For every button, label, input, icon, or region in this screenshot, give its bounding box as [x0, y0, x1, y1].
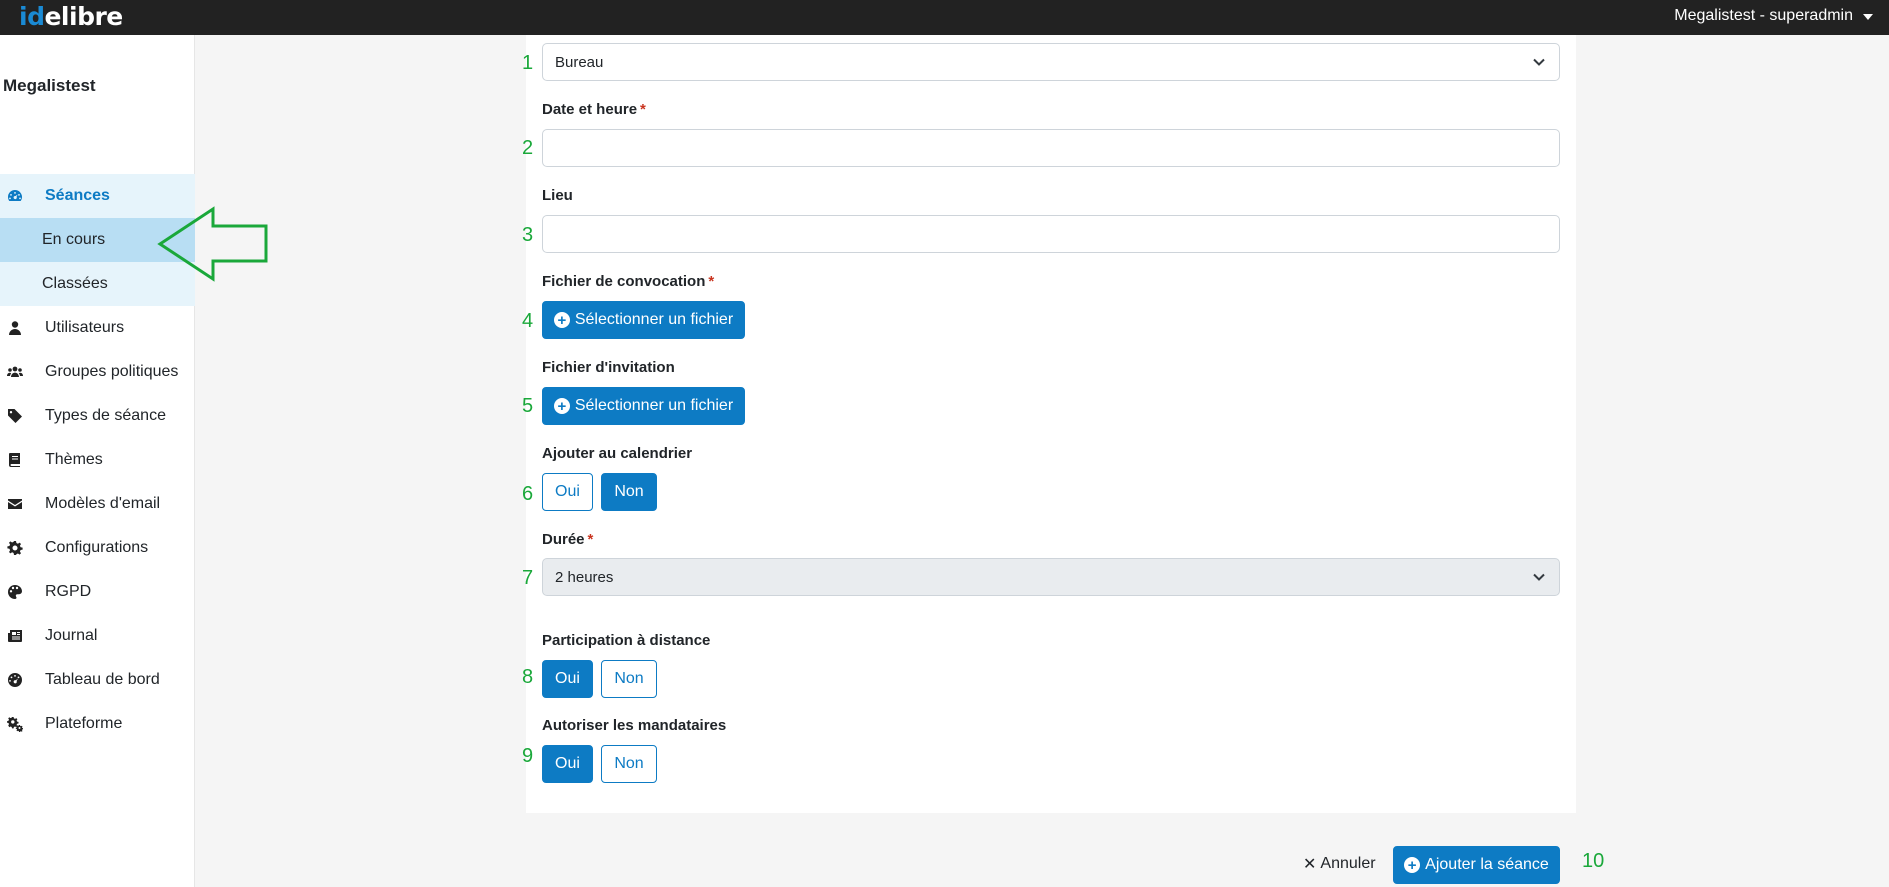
annotation-number-1: 1 — [522, 52, 534, 74]
close-icon: ✕ — [1303, 856, 1317, 873]
sidebar-item-journal[interactable]: Journal — [0, 614, 195, 658]
user-menu-dropdown[interactable]: Megalistest - superadmin — [1674, 7, 1873, 25]
palette-icon — [7, 584, 23, 600]
invitation-file-label: Fichier d'invitation — [542, 359, 675, 376]
duration-select-value: 2 heures — [555, 568, 614, 586]
proxy-yes-toggle[interactable]: Oui — [542, 745, 593, 783]
sidebar-item-label: Plateforme — [45, 715, 123, 732]
plus-circle-icon: + — [553, 398, 570, 414]
sidebar-item-types-de-seance[interactable]: Types de séance — [0, 394, 195, 438]
sidebar-item-themes[interactable]: Thèmes — [0, 438, 195, 482]
newspaper-icon — [7, 628, 23, 644]
sidebar-item-label: Utilisateurs — [45, 319, 125, 336]
annotation-number-8: 8 — [522, 666, 534, 688]
sidebar-item-label: En cours — [42, 231, 106, 248]
user-menu-label: Megalistest - superadmin — [1674, 7, 1853, 24]
user-icon — [7, 320, 23, 336]
plus-circle-icon: + — [1404, 857, 1421, 873]
annotation-number-3: 3 — [522, 224, 534, 246]
tag-icon — [7, 408, 23, 424]
top-navbar: idelibre Megalistest - superadmin — [0, 0, 1889, 35]
sidebar-item-label: Tableau de bord — [45, 671, 160, 688]
gauge-icon — [7, 672, 23, 688]
duration-label: Durée * — [542, 531, 594, 548]
remote-no-toggle[interactable]: Non — [601, 660, 657, 698]
seance-type-select-value: Bureau — [555, 53, 604, 71]
chevron-down-icon — [1533, 58, 1545, 66]
sidebar-item-tableau-de-bord[interactable]: Tableau de bord — [0, 658, 195, 702]
date-time-input[interactable] — [542, 129, 1560, 167]
seance-type-select[interactable]: Bureau — [542, 43, 1560, 81]
sidebar-item-label: Types de séance — [45, 407, 166, 424]
organization-name: Megalistest — [3, 76, 96, 95]
annotation-number-4: 4 — [522, 310, 534, 332]
annotation-number-5: 5 — [522, 395, 534, 417]
calendar-no-toggle[interactable]: Non — [601, 473, 657, 511]
add-seance-button[interactable]: + Ajouter la séance — [1393, 846, 1560, 884]
annotation-number-10: 10 — [1582, 850, 1605, 872]
sidebar-item-configurations[interactable]: Configurations — [0, 526, 195, 570]
envelope-icon — [7, 496, 23, 512]
annotation-arrow-icon — [157, 206, 268, 282]
caret-down-icon — [1863, 14, 1873, 20]
sidebar-item-label: Séances — [45, 187, 110, 204]
sidebar-item-label: Groupes politiques — [45, 363, 179, 380]
remote-yes-toggle[interactable]: Oui — [542, 660, 593, 698]
sidebar-item-groupes-politiques[interactable]: Groupes politiques — [0, 350, 195, 394]
gear-icon — [7, 540, 23, 556]
app-logo[interactable]: idelibre — [19, 2, 123, 31]
duration-select[interactable]: 2 heures — [542, 558, 1560, 596]
convocation-file-label: Fichier de convocation * — [542, 273, 715, 290]
sidebar-item-modeles-email[interactable]: Modèles d'email — [0, 482, 195, 526]
select-invitation-file-button[interactable]: + Sélectionner un fichier — [542, 387, 745, 425]
sidebar-item-label: Configurations — [45, 539, 149, 556]
gears-icon — [7, 716, 23, 732]
annotation-number-7: 7 — [522, 567, 534, 589]
plus-circle-icon: + — [553, 312, 570, 328]
calendar-label: Ajouter au calendrier — [542, 445, 693, 462]
annotation-number-6: 6 — [522, 483, 534, 505]
sidebar-item-label: Modèles d'email — [45, 495, 161, 512]
dashboard-icon — [7, 188, 23, 204]
sidebar: Megalistest Séances En cours Classées Ut… — [0, 35, 195, 887]
sidebar-item-label: RGPD — [45, 583, 92, 600]
remote-participation-label: Participation à distance — [542, 632, 711, 649]
sidebar-item-rgpd[interactable]: RGPD — [0, 570, 195, 614]
calendar-yes-toggle[interactable]: Oui — [542, 473, 593, 511]
book-icon — [7, 452, 23, 468]
users-icon — [7, 364, 23, 380]
cancel-button[interactable]: ✕ Annuler — [1303, 854, 1376, 874]
place-label: Lieu — [542, 187, 573, 204]
annotation-number-9: 9 — [522, 745, 534, 767]
place-input[interactable] — [542, 215, 1560, 253]
chevron-down-icon — [1533, 573, 1545, 581]
annotation-number-2: 2 — [522, 137, 534, 159]
proxy-label: Autoriser les mandataires — [542, 717, 727, 734]
sidebar-item-utilisateurs[interactable]: Utilisateurs — [0, 306, 195, 350]
proxy-no-toggle[interactable]: Non — [601, 745, 657, 783]
sidebar-item-plateforme[interactable]: Plateforme — [0, 702, 195, 746]
select-convocation-file-button[interactable]: + Sélectionner un fichier — [542, 301, 745, 339]
date-label: Date et heure * — [542, 101, 646, 118]
sidebar-item-label: Journal — [45, 627, 98, 644]
sidebar-item-label: Thèmes — [45, 451, 103, 468]
sidebar-item-label: Classées — [42, 275, 108, 292]
